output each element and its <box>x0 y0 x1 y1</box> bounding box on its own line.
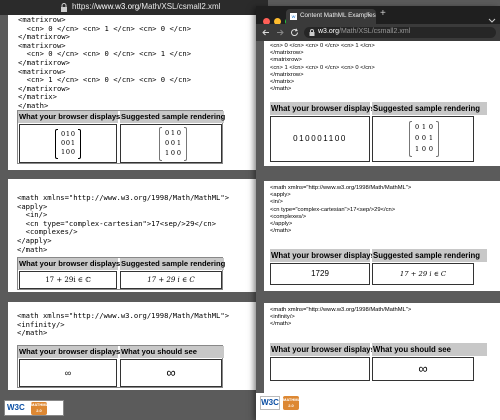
matrix-browser-cell: 010001100 <box>270 116 370 162</box>
mathml-badge[interactable]: MATHML 2.0 <box>31 402 48 415</box>
header-browser-displays: What your browser displays <box>18 346 121 358</box>
complex-browser-cell: 1729 <box>270 263 370 285</box>
complex-example-panel: <math xmlns="http://www.w3.org/1998/Math… <box>264 181 500 291</box>
reload-icon[interactable] <box>290 28 299 37</box>
forward-arrow-icon[interactable] <box>276 29 284 36</box>
front-url-text: w3.org/Math/XSL/csmall2.xml <box>318 28 411 35</box>
infinity-comparison-table: What your browser displays What you shou… <box>17 345 224 388</box>
matrix-comparison-table: What your browser displays Suggested sam… <box>17 110 226 164</box>
mathml-badge[interactable]: MATHML 2.0 <box>283 396 300 410</box>
header-sample-rendering: Suggested sample rendering <box>120 258 226 270</box>
matrix-sample-cell: 010 001 100 <box>372 116 474 162</box>
w3c-logo[interactable]: W3C <box>260 396 280 410</box>
matrix-comparison-table: What your browser displays Suggested sam… <box>270 102 487 163</box>
matrix-sample-cell: 010 001 100 <box>120 124 222 163</box>
lock-icon <box>309 29 315 36</box>
matrix-example-panel: <matrixrow> <cn> 0 </cn> <cn> 1 </cn> <c… <box>8 15 256 170</box>
matrix-example-panel: <cn> 0 </cn> <cn> 0 </cn> <cn> 1 </cn> <… <box>264 41 500 166</box>
complex-sample-cell: 17 + 29 i ∈ C <box>372 263 474 285</box>
header-browser-displays: What your browser displays <box>18 258 121 270</box>
tab-close-icon[interactable]: × <box>366 11 370 18</box>
back-badges: W3C MATHML 2.0 <box>4 400 64 416</box>
back-arrow-icon[interactable] <box>262 29 270 36</box>
header-browser-displays: What your browser displays <box>18 111 121 123</box>
infinity-source-code: <math xmlns="http://www.w3.org/1998/Math… <box>270 307 412 328</box>
infinity-browser-cell <box>270 357 370 381</box>
front-title-bar: W Content MathML Examples × + <box>256 6 500 25</box>
w3c-favicon-icon: W <box>290 13 297 20</box>
front-page-content: <cn> 0 </cn> <cn> 0 </cn> <cn> 1 </cn> <… <box>256 41 500 420</box>
matrix-browser-cell: 010 001 100 <box>19 124 117 163</box>
infinity-source-code: <math xmlns="http://www.w3.org/1998/Math… <box>17 311 230 338</box>
back-url-text: https://www.w3.org/Math/XSL/csmall2.xml <box>72 2 221 11</box>
lock-icon <box>61 3 67 12</box>
complex-source-code: <math xmlns="http://www.w3.org/1998/Math… <box>270 185 412 235</box>
tab-title: Content MathML Examples <box>300 12 376 19</box>
header-sample-rendering: Suggested sample rendering <box>372 102 487 115</box>
tab-content-mathml-examples[interactable]: W Content MathML Examples × <box>286 9 376 24</box>
complex-sample-cell: 17 + 29 i ∈ C <box>120 271 222 289</box>
front-footer: W3C MATHML 2.0 <box>256 393 500 420</box>
complex-example-panel: <math xmlns="http://www.w3.org/1998/Math… <box>8 179 256 292</box>
matrix-rendering: 010 001 100 <box>55 129 81 159</box>
header-should-see: What you should see <box>372 343 487 356</box>
infinity-comparison-table: What your browser displays What you shou… <box>270 343 487 383</box>
back-address-bar[interactable]: https://www.w3.org/Math/XSL/csmall2.xml <box>0 0 268 15</box>
header-browser-displays: What your browser displays <box>270 249 375 262</box>
matrix-source-code: <matrixrow> <cn> 0 </cn> <cn> 1 </cn> <c… <box>18 15 192 110</box>
infinity-example-panel: <math xmlns="http://www.w3.org/1998/Math… <box>264 303 500 393</box>
infinity-example-panel: <math xmlns="http://www.w3.org/1998/Math… <box>8 302 256 390</box>
infinity-sample-cell: ∞ <box>372 357 474 381</box>
front-nav-bar: w3.org/Math/XSL/csmall2.xml <box>256 24 500 41</box>
matrix-sample-rendering: 010 001 100 <box>409 121 439 157</box>
header-sample-rendering: Suggested sample rendering <box>120 111 226 123</box>
infinity-browser-cell: ∞ <box>19 359 117 387</box>
w3c-logo[interactable]: W3C <box>7 403 27 414</box>
matrix-sample-rendering: 010 001 100 <box>159 127 187 161</box>
front-address-bar[interactable]: w3.org/Math/XSL/csmall2.xml <box>304 27 496 38</box>
new-tab-button[interactable]: + <box>380 8 386 19</box>
header-should-see: What you should see <box>120 346 224 358</box>
header-sample-rendering: Suggested sample rendering <box>372 249 487 262</box>
complex-browser-cell: 17 + 29i ∈ ℂ <box>19 271 117 289</box>
matrix-source-code: <cn> 0 </cn> <cn> 0 </cn> <cn> 1 </cn> <… <box>270 43 375 93</box>
complex-comparison-table: What your browser displays Suggested sam… <box>270 249 487 287</box>
header-browser-displays: What your browser displays <box>270 343 375 356</box>
complex-source-code: <math xmlns="http://www.w3.org/1998/Math… <box>17 193 230 254</box>
infinity-sample-cell: ∞ <box>120 359 222 387</box>
complex-comparison-table: What your browser displays Suggested sam… <box>17 257 226 290</box>
header-browser-displays: What your browser displays <box>270 102 375 115</box>
front-browser-window: W Content MathML Examples × + w3.org/Mat… <box>256 6 500 420</box>
